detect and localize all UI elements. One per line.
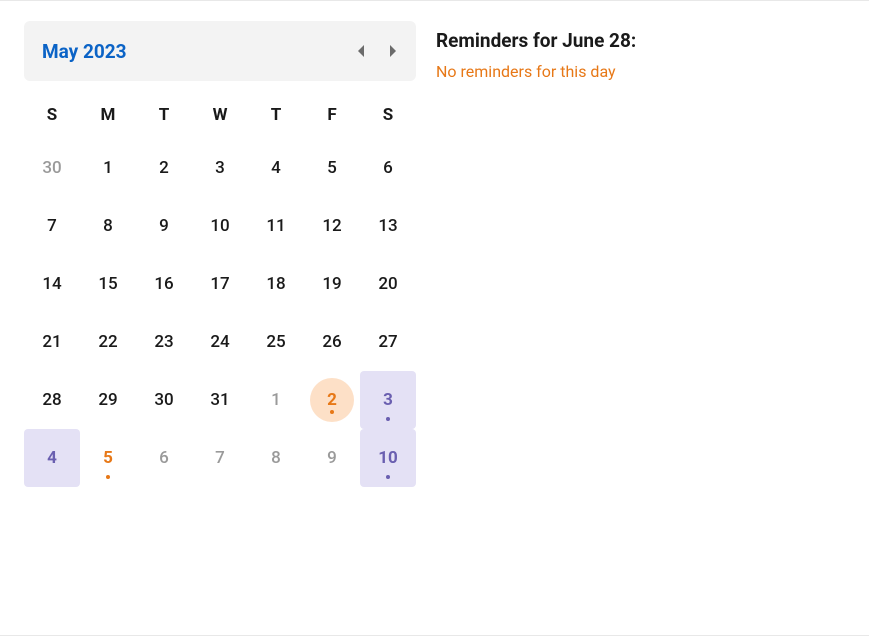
calendar-day[interactable]: 5 <box>304 139 360 197</box>
calendar-day[interactable]: 18 <box>248 255 304 313</box>
calendar-day[interactable]: 21 <box>24 313 80 371</box>
reminder-dot-icon <box>386 475 390 479</box>
calendar-day[interactable]: 13 <box>360 197 416 255</box>
calendar-day[interactable]: 1 <box>248 371 304 429</box>
calendar-day[interactable]: 6 <box>136 429 192 487</box>
calendar-day[interactable]: 4 <box>248 139 304 197</box>
calendar-day[interactable]: 1 <box>80 139 136 197</box>
calendar-day[interactable]: 29 <box>80 371 136 429</box>
calendar-day[interactable]: 3 <box>192 139 248 197</box>
calendar-header: May 2023 <box>24 21 416 81</box>
calendar-day[interactable]: 20 <box>360 255 416 313</box>
calendar-day[interactable]: 19 <box>304 255 360 313</box>
calendar-day[interactable]: 8 <box>80 197 136 255</box>
calendar-day[interactable]: 24 <box>192 313 248 371</box>
calendar-day[interactable]: 31 <box>192 371 248 429</box>
reminders-title: Reminders for June 28: <box>436 29 845 52</box>
calendar-day[interactable]: 9 <box>136 197 192 255</box>
calendar-day[interactable]: 25 <box>248 313 304 371</box>
calendar-day[interactable]: 15 <box>80 255 136 313</box>
calendar-day[interactable]: 16 <box>136 255 192 313</box>
calendar-day[interactable]: 30 <box>136 371 192 429</box>
next-month-icon[interactable] <box>388 44 398 58</box>
dow-header: T <box>248 91 304 139</box>
calendar-day[interactable]: 12 <box>304 197 360 255</box>
calendar-day[interactable]: 10 <box>192 197 248 255</box>
calendar-day[interactable]: 7 <box>24 197 80 255</box>
calendar-day[interactable]: 27 <box>360 313 416 371</box>
calendar-day[interactable]: 14 <box>24 255 80 313</box>
calendar-day[interactable]: 8 <box>248 429 304 487</box>
reminders-panel: Reminders for June 28: No reminders for … <box>436 21 845 615</box>
calendar-title: May 2023 <box>42 40 127 63</box>
calendar-day[interactable]: 2 <box>310 378 354 422</box>
reminder-dot-icon <box>106 475 110 479</box>
dow-header: S <box>24 91 80 139</box>
calendar-day[interactable]: 9 <box>304 429 360 487</box>
reminders-empty-message: No reminders for this day <box>436 62 845 81</box>
dow-header: T <box>136 91 192 139</box>
calendar-day[interactable]: 7 <box>192 429 248 487</box>
calendar: May 2023 SMTWTFS301234567891011121314151… <box>24 21 416 615</box>
calendar-day[interactable]: 6 <box>360 139 416 197</box>
calendar-day[interactable]: 22 <box>80 313 136 371</box>
calendar-day[interactable]: 11 <box>248 197 304 255</box>
calendar-day[interactable]: 4 <box>24 429 80 487</box>
calendar-day[interactable]: 26 <box>304 313 360 371</box>
calendar-day[interactable]: 2 <box>136 139 192 197</box>
dow-header: F <box>304 91 360 139</box>
reminder-dot-icon <box>386 417 390 421</box>
calendar-day[interactable]: 5 <box>80 429 136 487</box>
calendar-day[interactable]: 23 <box>136 313 192 371</box>
calendar-day[interactable]: 3 <box>360 371 416 429</box>
calendar-day[interactable]: 17 <box>192 255 248 313</box>
dow-header: M <box>80 91 136 139</box>
prev-month-icon[interactable] <box>356 44 366 58</box>
calendar-grid: SMTWTFS301234567891011121314151617181920… <box>24 91 416 487</box>
reminder-dot-icon <box>330 410 334 414</box>
dow-header: W <box>192 91 248 139</box>
dow-header: S <box>360 91 416 139</box>
nav-arrows <box>356 44 398 58</box>
calendar-day[interactable]: 30 <box>24 139 80 197</box>
calendar-day[interactable]: 28 <box>24 371 80 429</box>
calendar-day[interactable]: 10 <box>360 429 416 487</box>
